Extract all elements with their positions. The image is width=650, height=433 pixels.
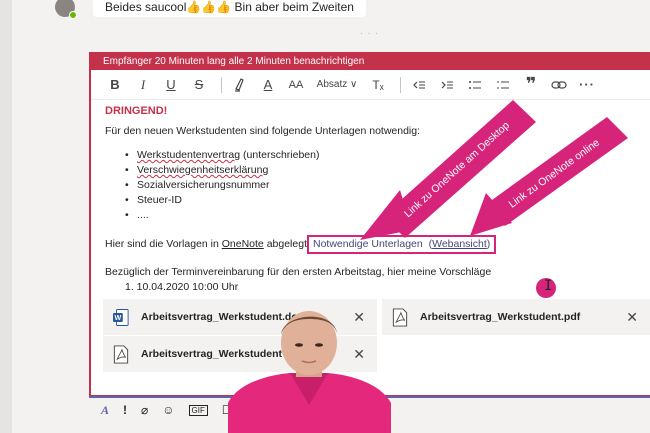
format-icon[interactable]: A [101,403,109,418]
pdf-icon [392,307,408,327]
text-cursor-icon: I [544,278,553,294]
pdf-icon [113,344,129,364]
word-icon: W [113,308,129,326]
presenter-video [228,311,391,433]
attachment-card[interactable]: Arbeitsvertrag_Werkstudent.pdf ✕ [382,299,650,335]
attach-icon[interactable]: ⌀ [141,403,148,417]
emoji-icon[interactable]: ☺ [162,403,174,417]
important-icon[interactable]: ! [123,403,127,417]
gif-icon[interactable]: GIF [188,404,208,416]
svg-text:W: W [115,314,122,322]
arrow-online-label: Link zu OneNote online [507,137,602,211]
attachment-name: Arbeitsvertrag_Werkstudent.pdf [420,311,581,323]
close-icon[interactable]: ✕ [626,309,638,326]
